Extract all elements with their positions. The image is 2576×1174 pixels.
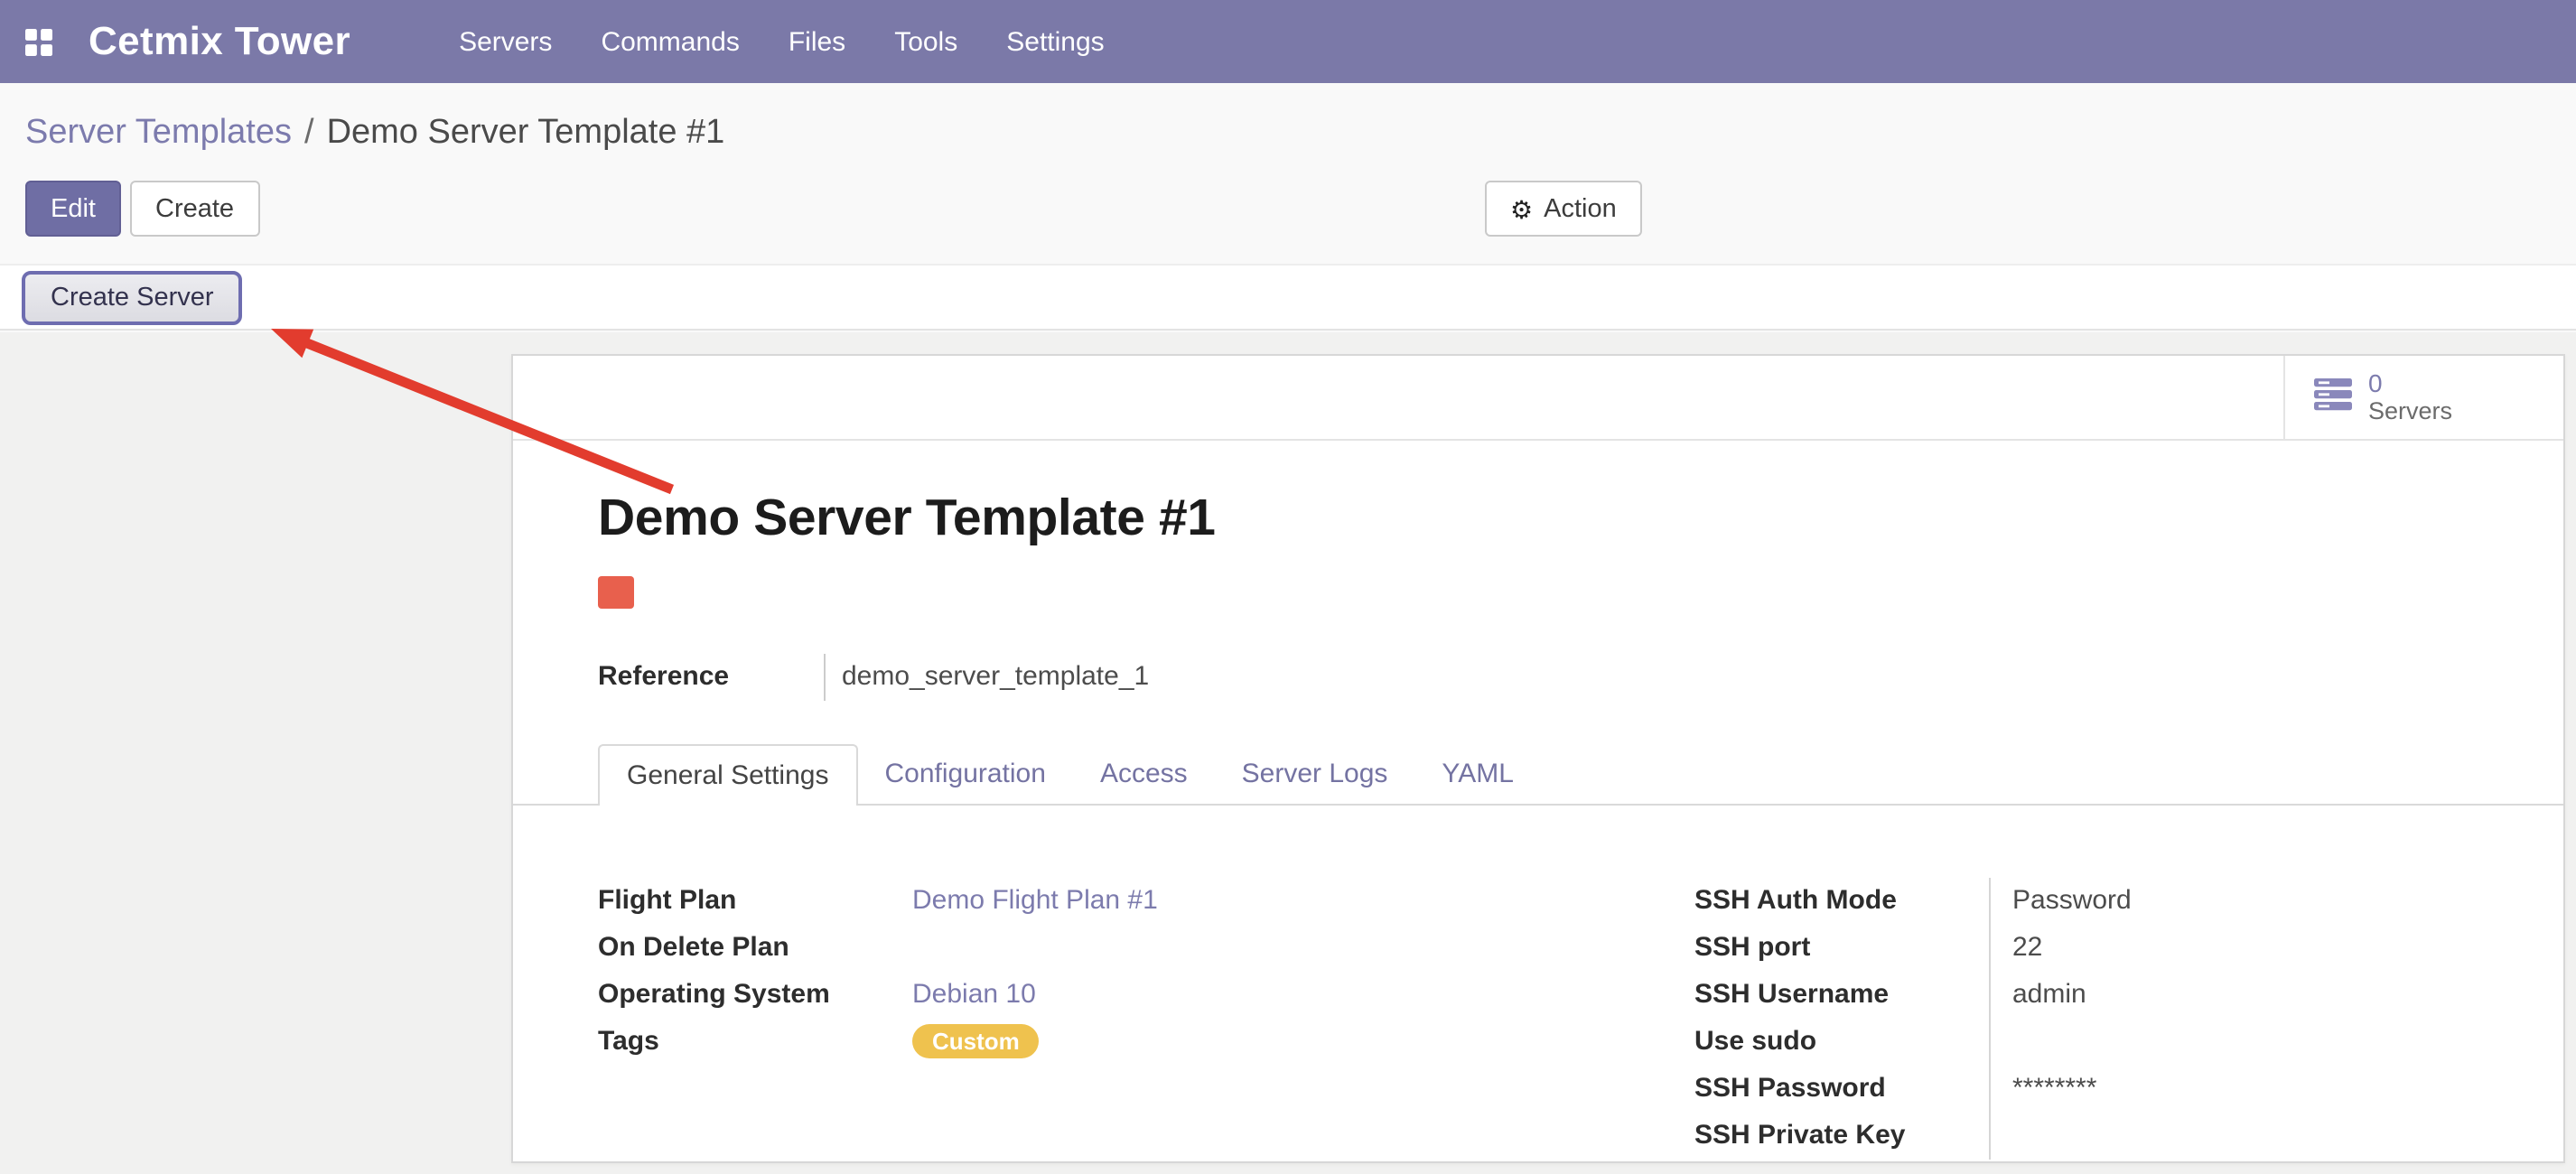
field-value-ssh-port: 22 xyxy=(1989,925,2527,972)
field-value-ssh-username: admin xyxy=(1989,972,2527,1019)
app-root: Cetmix Tower Servers Commands Files Tool… xyxy=(0,0,2576,1174)
servers-stat-button[interactable]: 0 Servers xyxy=(2283,356,2563,439)
field-label-use-sudo: Use sudo xyxy=(1694,1019,1989,1066)
action-menu-label: Action xyxy=(1544,194,1617,223)
tag-custom[interactable]: Custom xyxy=(912,1024,1040,1058)
field-label-ssh-password: SSH Password xyxy=(1694,1066,1989,1113)
stat-text: 0 Servers xyxy=(2368,369,2452,425)
action-menu-button[interactable]: ⚙ Action xyxy=(1485,181,1642,237)
color-picker-swatch[interactable] xyxy=(598,576,634,609)
breadcrumb: Server Templates / Demo Server Template … xyxy=(25,114,724,154)
nav-item-files[interactable]: Files xyxy=(789,26,845,57)
notebook-tabs: General Settings Configuration Access Se… xyxy=(513,744,2563,806)
nav-item-commands[interactable]: Commands xyxy=(601,26,739,57)
nav-item-tools[interactable]: Tools xyxy=(894,26,957,57)
field-value-ssh-private-key xyxy=(1989,1113,2527,1160)
button-box: 0 Servers xyxy=(513,356,2563,441)
field-label-flight-plan: Flight Plan xyxy=(598,878,912,925)
field-value-flight-plan: Demo Flight Plan #1 xyxy=(912,878,1694,925)
field-value-ssh-password: ******** xyxy=(1989,1066,2527,1113)
app-brand[interactable]: Cetmix Tower xyxy=(89,18,350,65)
field-label-ssh-private-key: SSH Private Key xyxy=(1694,1113,1989,1160)
servers-count: 0 xyxy=(2368,369,2452,397)
form-body: Flight Plan Demo Flight Plan #1 On Delet… xyxy=(513,806,2563,1160)
field-label-ssh-port: SSH port xyxy=(1694,925,1989,972)
content-area: 0 Servers Demo Server Template #1 Refere… xyxy=(0,332,2576,1174)
reference-field: Reference demo_server_template_1 xyxy=(598,654,2563,701)
statusbar: Create Server xyxy=(0,264,2576,331)
main-menu: Servers Commands Files Tools Settings xyxy=(459,26,1105,57)
breadcrumb-current: Demo Server Template #1 xyxy=(327,114,725,154)
server-stack-icon xyxy=(2314,377,2352,417)
breadcrumb-parent-link[interactable]: Server Templates xyxy=(25,114,292,154)
form-group-left: Flight Plan Demo Flight Plan #1 On Delet… xyxy=(598,878,1694,1160)
top-navbar: Cetmix Tower Servers Commands Files Tool… xyxy=(0,0,2576,83)
gear-icon: ⚙ xyxy=(1510,196,1533,221)
tab-server-logs[interactable]: Server Logs xyxy=(1215,744,1415,804)
flight-plan-link[interactable]: Demo Flight Plan #1 xyxy=(912,885,1158,916)
nav-item-servers[interactable]: Servers xyxy=(459,26,552,57)
apps-menu-icon[interactable] xyxy=(25,28,52,55)
field-value-on-delete-plan xyxy=(912,925,1694,972)
record-title: Demo Server Template #1 xyxy=(598,489,2478,549)
field-value-operating-system: Debian 10 xyxy=(912,972,1694,1019)
field-label-ssh-username: SSH Username xyxy=(1694,972,1989,1019)
tab-access[interactable]: Access xyxy=(1073,744,1215,804)
operating-system-link[interactable]: Debian 10 xyxy=(912,979,1036,1010)
reference-value: demo_server_template_1 xyxy=(824,654,1149,701)
form-sheet: 0 Servers Demo Server Template #1 Refere… xyxy=(511,354,2565,1163)
tab-general-settings[interactable]: General Settings xyxy=(598,744,857,806)
field-label-ssh-auth-mode: SSH Auth Mode xyxy=(1694,878,1989,925)
edit-button[interactable]: Edit xyxy=(25,181,121,237)
field-value-ssh-auth-mode: Password xyxy=(1989,878,2527,925)
field-value-use-sudo xyxy=(1989,1019,2527,1066)
create-button[interactable]: Create xyxy=(130,181,259,237)
tab-yaml[interactable]: YAML xyxy=(1414,744,1540,804)
field-label-on-delete-plan: On Delete Plan xyxy=(598,925,912,972)
breadcrumb-separator: / xyxy=(304,114,314,154)
servers-label: Servers xyxy=(2368,397,2452,425)
form-control-buttons: Edit Create xyxy=(25,181,259,237)
nav-item-settings[interactable]: Settings xyxy=(1006,26,1104,57)
tab-configuration[interactable]: Configuration xyxy=(857,744,1072,804)
field-label-tags: Tags xyxy=(598,1019,912,1066)
reference-label: Reference xyxy=(598,654,824,701)
field-label-operating-system: Operating System xyxy=(598,972,912,1019)
create-server-button[interactable]: Create Server xyxy=(22,271,243,325)
form-group-right: SSH Auth Mode Password SSH port 22 SSH U… xyxy=(1694,878,2527,1160)
field-value-tags: Custom xyxy=(912,1019,1694,1066)
